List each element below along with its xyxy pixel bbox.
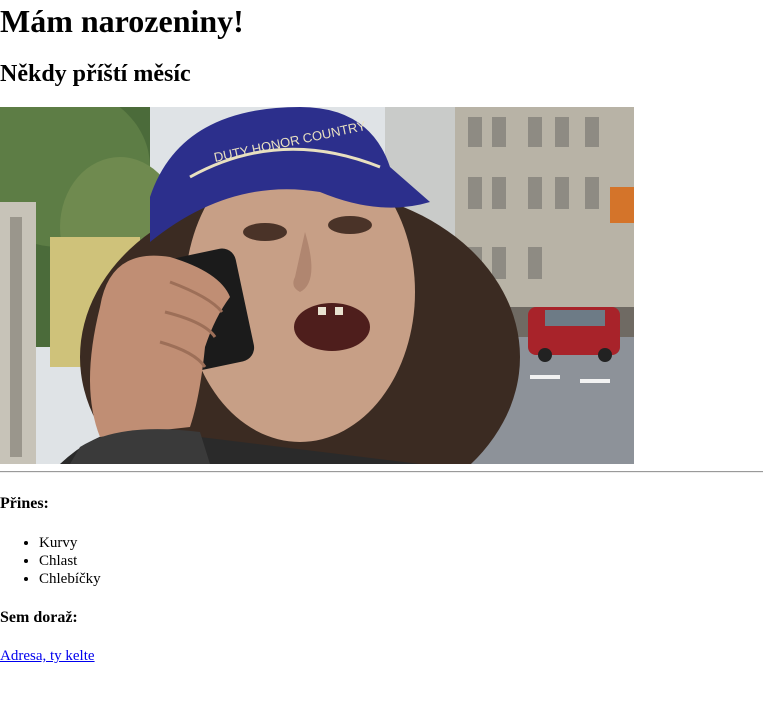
party-photo-illustration: DUTY HONOR COUNTRY [0, 107, 634, 464]
list-item: Chlast [39, 552, 101, 570]
page-title: Mám narozeniny! [0, 3, 244, 39]
bring-heading: Přines: [0, 495, 49, 512]
divider [0, 471, 763, 473]
party-photo: DUTY HONOR COUNTRY [0, 107, 634, 464]
photo-mouth [294, 303, 370, 351]
page: Mám narozeniny! Někdy příští měsíc DUTY … [0, 0, 765, 706]
page-subtitle: Někdy příští měsíc [0, 61, 191, 87]
where-heading: Sem doraž: [0, 609, 78, 626]
list-item: Chlebíčky [39, 570, 101, 588]
bring-list: Kurvy Chlast Chlebíčky [0, 534, 101, 588]
address-link[interactable]: Adresa, ty kelte [0, 647, 95, 665]
list-item: Kurvy [39, 534, 101, 552]
